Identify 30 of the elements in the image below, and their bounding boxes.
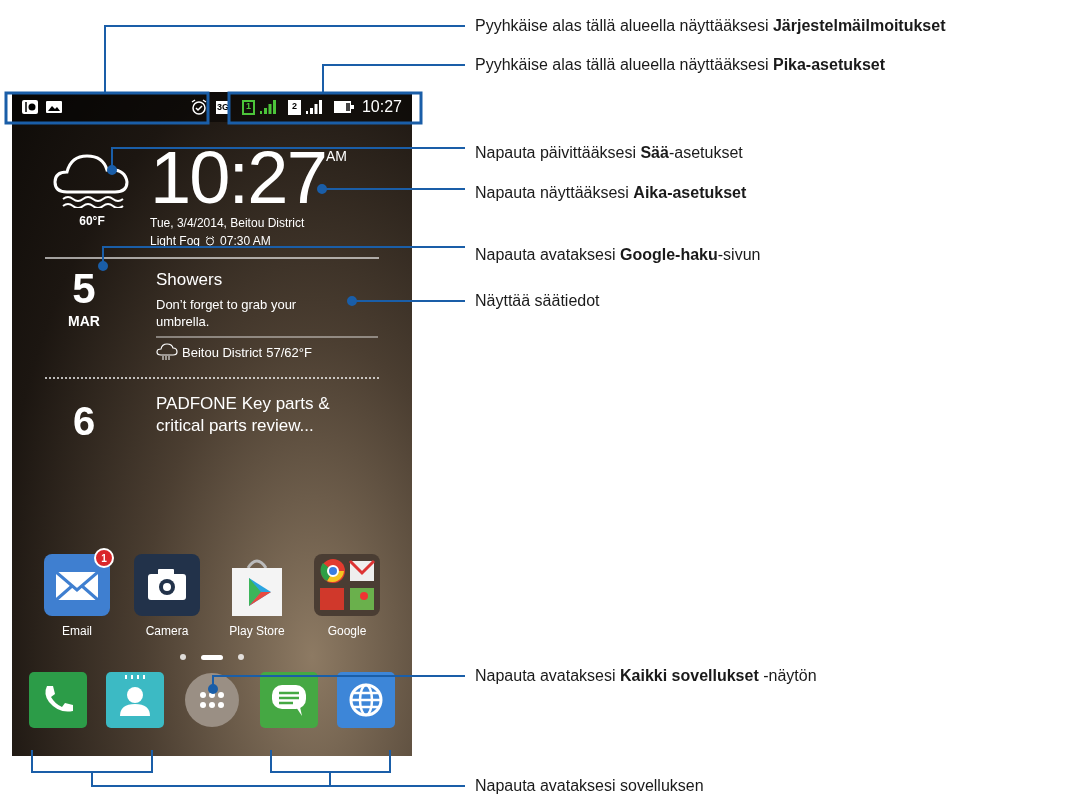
event-title: PADFONE Key parts & critical parts review... [156, 393, 331, 437]
calendar-day[interactable]: 6 [72, 393, 96, 554]
network-type-label: 3G [215, 100, 230, 114]
calendar-month: MAR [68, 312, 100, 331]
clock-meridiem: AM [325, 147, 347, 164]
app-label[interactable]: Email [62, 622, 92, 640]
app-label[interactable]: Play Store [229, 622, 285, 640]
callout-text: Napauta avataksesi Google-haku-sivun [475, 245, 761, 265]
notification-badge: 1 [94, 548, 114, 568]
weather-temperatures: 57/62°F [266, 343, 312, 362]
callout-text: Napauta avataksesi Kaikki sovellukset -näytön [475, 666, 817, 686]
date-location-text: Tue, 3/4/2014, Beitou District [150, 215, 306, 232]
clock-time[interactable]: 10:27 [150, 144, 326, 212]
callout-text: Pyyhkäise alas tällä alueella näyttääksesi Järjestelmäilmoitukset [475, 16, 946, 36]
status-time: 10:27 [361, 97, 402, 117]
sim-card-label: 2 [287, 99, 301, 115]
weather-title: Showers [156, 269, 224, 291]
sim-card-label: 1 [241, 99, 255, 115]
alarm-time-text: 07:30 AM [220, 233, 271, 250]
weather-note: Don’t forget to grab your umbrella. [156, 295, 298, 330]
temperature-label: 60°F [79, 213, 105, 230]
callout-text: Napauta näyttääksesi Aika-asetukset [475, 183, 747, 203]
callout-text: Napauta päivittääksesi Sää-asetukset [475, 143, 743, 163]
weather-location: Beitou District [182, 343, 263, 362]
calendar-day[interactable]: 5 [72, 267, 96, 311]
app-label[interactable]: Google [327, 622, 367, 640]
callout-text: Napauta avataksesi sovelluksen [475, 776, 704, 795]
app-label[interactable]: Camera [145, 622, 189, 640]
callout-text: Pyyhkäise alas tällä alueella näyttääksesi Pika-asetukset [475, 55, 885, 75]
callout-text: Näyttää säätiedot [475, 291, 600, 311]
